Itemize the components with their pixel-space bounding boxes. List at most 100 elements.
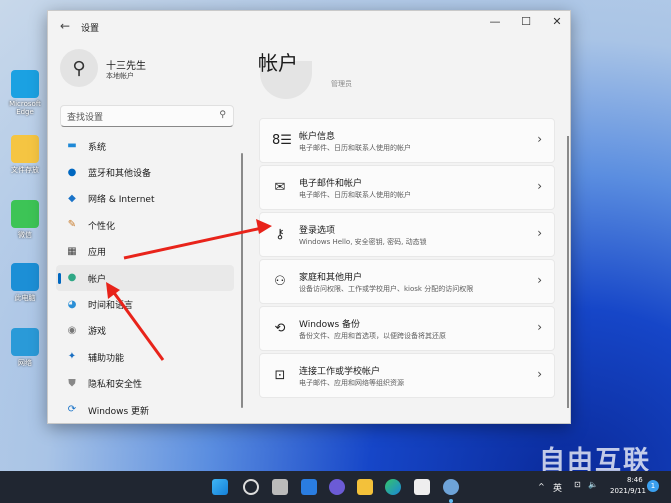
- user-name: 十三先生: [106, 57, 146, 72]
- search-input[interactable]: 查找设置 ⚲: [60, 105, 234, 127]
- sidebar-item-label: 辅助功能: [88, 351, 124, 364]
- card-icon: ⚇: [272, 274, 288, 289]
- desktop-icon-label: 微信: [18, 231, 32, 239]
- user-avatar-icon[interactable]: ⚲: [60, 49, 98, 87]
- desktop-icon-label: 网络: [18, 359, 32, 367]
- network-icon[interactable]: ⊡: [574, 480, 581, 489]
- settings-card[interactable]: ✉ 电子邮件和帐户电子邮件、日历和联系人使用的帐户 ›: [259, 165, 555, 210]
- sidebar-item-label: 系统: [88, 140, 106, 153]
- settings-card[interactable]: ⟲Windows 备份备份文件、应用和首选项，以便跨设备将其还原›: [259, 306, 555, 351]
- user-type: 本地帐户: [106, 71, 134, 81]
- sidebar-item[interactable]: ▦应用: [56, 239, 234, 265]
- content-scrollbar[interactable]: [567, 136, 569, 408]
- desktop-app-icon: [11, 200, 39, 228]
- card-icon: ✉: [272, 180, 288, 195]
- desktop-app-icon: [11, 328, 39, 356]
- chat-icon[interactable]: [329, 479, 345, 495]
- sidebar-item-label: 隐私和安全性: [88, 377, 142, 390]
- ime-indicator[interactable]: 英: [553, 481, 562, 494]
- card-description: 电子邮件、日历和联系人使用的帐户: [299, 143, 411, 153]
- nav-icon: ●: [66, 272, 78, 284]
- settings-card[interactable]: ⚷ 登录选项Windows Hello, 安全密钥, 密码, 动态锁 ›: [259, 212, 555, 257]
- store-icon[interactable]: [414, 479, 430, 495]
- sidebar-scrollbar[interactable]: [241, 153, 243, 408]
- chevron-right-icon: ›: [537, 132, 542, 146]
- card-icon: ⊡: [272, 368, 288, 383]
- edge-icon[interactable]: [385, 479, 401, 495]
- card-title: 帐户信息: [299, 129, 335, 142]
- search-taskbar-icon[interactable]: [243, 479, 259, 495]
- sidebar-item[interactable]: ✎个性化: [56, 212, 234, 238]
- back-button[interactable]: ←: [60, 19, 70, 33]
- card-title: 电子邮件和帐户: [299, 176, 362, 189]
- nav-icon: ✎: [66, 219, 78, 231]
- sidebar-item[interactable]: ⟳Windows 更新: [56, 397, 234, 423]
- sidebar-item[interactable]: ◕时间和语言: [56, 291, 234, 317]
- nav-icon: ●: [66, 167, 78, 179]
- desktop-icon-label: 此电脑: [15, 294, 36, 302]
- desktop-icon-label: 文件存放: [11, 166, 39, 174]
- nav-icon: ▬: [66, 140, 78, 152]
- clock-time[interactable]: 8:46: [627, 476, 643, 484]
- settings-window: ← 设置 — ☐ ✕ ⚲ 十三先生 本地帐户 查找设置 ⚲ ▬ 系统 ●蓝牙和其他设…: [47, 10, 571, 424]
- settings-card[interactable]: ⚇ 家庭和其他用户设备访问权限、工作或学校用户、kiosk 分配的访问权限 ›: [259, 259, 555, 304]
- card-title: 连接工作或学校帐户: [299, 364, 380, 377]
- desktop-icon[interactable]: 文件存放: [2, 135, 48, 175]
- close-button[interactable]: ✕: [542, 15, 572, 28]
- file-explorer-icon[interactable]: [357, 479, 373, 495]
- sidebar-item[interactable]: ⛊ 隐私和安全性: [56, 371, 234, 397]
- sidebar-item[interactable]: ◆网络 & Internet: [56, 186, 234, 212]
- desktop-icon-label: Microsoft Edge: [9, 100, 41, 116]
- card-title: Windows 备份: [299, 317, 360, 330]
- tray-overflow-icon[interactable]: ^: [538, 482, 545, 491]
- card-description: 设备访问权限、工作或学校用户、kiosk 分配的访问权限: [299, 284, 473, 294]
- card-icon: 8☰: [272, 133, 288, 148]
- card-description: 电子邮件、应用和网络等组织资源: [299, 378, 404, 388]
- desktop-app-icon: [11, 70, 39, 98]
- sidebar-item[interactable]: ●蓝牙和其他设备: [56, 159, 234, 185]
- card-title: 家庭和其他用户: [299, 270, 362, 283]
- settings-card[interactable]: 8☰ 帐户信息电子邮件、日历和联系人使用的帐户 ›: [259, 118, 555, 163]
- settings-taskbar-icon[interactable]: [443, 479, 459, 495]
- card-description: 电子邮件、日历和联系人使用的帐户: [299, 190, 411, 200]
- chevron-right-icon: ›: [537, 320, 542, 334]
- minimize-button[interactable]: —: [480, 15, 510, 28]
- desktop-icon[interactable]: 微信: [2, 200, 48, 240]
- widgets-icon[interactable]: [301, 479, 317, 495]
- chevron-right-icon: ›: [537, 367, 542, 381]
- sidebar-item-label: Windows 更新: [88, 404, 149, 417]
- volume-icon[interactable]: 🔈: [588, 480, 598, 489]
- sidebar-item-label: 游戏: [88, 324, 106, 337]
- chevron-right-icon: ›: [537, 179, 542, 193]
- card-title: 登录选项: [299, 223, 335, 236]
- sidebar-item[interactable]: ◉ 游戏: [56, 318, 234, 344]
- nav-icon: ◉: [66, 325, 78, 337]
- card-icon: ⚷: [272, 227, 288, 242]
- card-description: Windows Hello, 安全密钥, 密码, 动态锁: [299, 237, 427, 247]
- nav-icon: ▦: [66, 246, 78, 258]
- nav-icon: ◕: [66, 299, 78, 311]
- notification-badge[interactable]: 1: [647, 480, 659, 492]
- clock-date[interactable]: 2021/9/11: [610, 487, 646, 495]
- desktop-app-icon: [11, 135, 39, 163]
- maximize-button[interactable]: ☐: [511, 15, 541, 28]
- nav-icon: ⛊: [66, 378, 78, 390]
- sidebar-item[interactable]: ●帐户: [56, 265, 234, 291]
- page-title: 帐户: [258, 47, 298, 76]
- desktop-icon[interactable]: 此电脑: [2, 263, 48, 303]
- sidebar-item-label: 网络 & Internet: [88, 192, 154, 205]
- title-bar: ← 设置 — ☐ ✕: [48, 11, 570, 41]
- task-view-icon[interactable]: [272, 479, 288, 495]
- sidebar-item[interactable]: ✦辅助功能: [56, 344, 234, 370]
- start-icon[interactable]: [212, 479, 228, 495]
- chevron-right-icon: ›: [537, 226, 542, 240]
- card-icon: ⟲: [272, 321, 288, 336]
- desktop-icon[interactable]: 网络: [2, 328, 48, 368]
- app-title: 设置: [81, 21, 99, 34]
- desktop-icon[interactable]: Microsoft Edge: [2, 70, 48, 116]
- search-placeholder: 查找设置: [67, 113, 103, 123]
- sidebar-item[interactable]: ▬ 系统: [56, 133, 234, 159]
- settings-card[interactable]: ⊡ 连接工作或学校帐户电子邮件、应用和网络等组织资源 ›: [259, 353, 555, 398]
- chevron-right-icon: ›: [537, 273, 542, 287]
- account-role: 管理员: [331, 79, 352, 89]
